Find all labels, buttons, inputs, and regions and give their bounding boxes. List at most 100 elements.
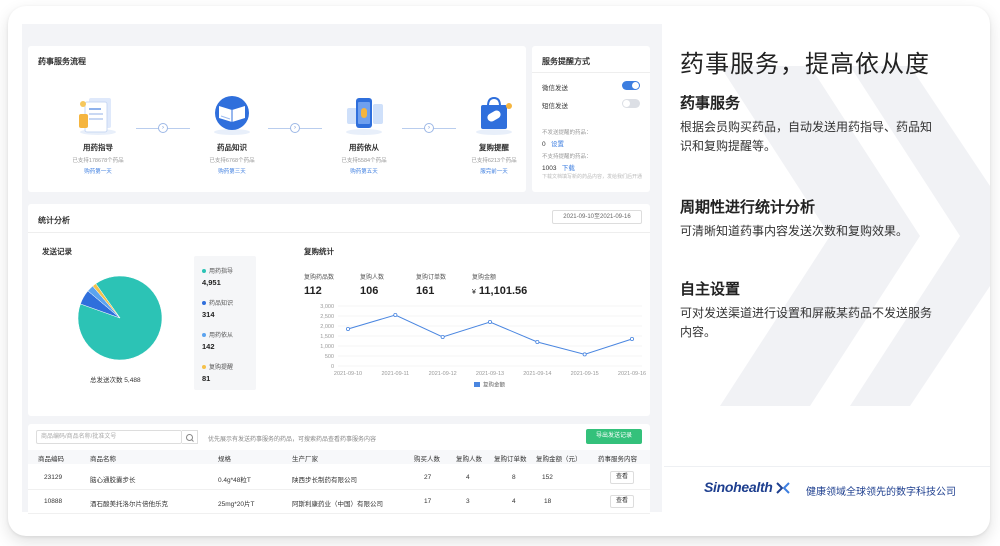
unsupported-row: 1003 下载	[542, 162, 575, 172]
set-link[interactable]: 设置	[551, 141, 564, 148]
brand-footer: Sinohealth 健康领域全球领先的数字科技公司	[664, 466, 990, 506]
cell-code: 23129	[44, 474, 63, 481]
cell-repurchasers: 4	[466, 474, 470, 481]
legend-swatch	[474, 382, 480, 387]
column-header: 生产厂家	[292, 456, 318, 463]
section-text: 根据会员购买药品，自动发送用药指导、药品知识和复购提醒等。	[680, 120, 933, 153]
flow-step-medication-guide[interactable]: 用药指导 已支持178678个药品 购药第一天	[58, 94, 138, 175]
section-text: 可对发送渠道进行设置和屏蔽某药品不发送服务内容。	[680, 306, 933, 339]
column-header: 规格	[218, 456, 231, 463]
date-range-picker[interactable]: 2021-09-10至2021-09-16	[552, 210, 642, 224]
flow-step-link[interactable]: 购药第五天	[324, 167, 404, 175]
download-link[interactable]: 下载	[562, 165, 575, 172]
kpi-value: 161	[416, 285, 435, 297]
x-tick-label: 2021-09-10	[334, 371, 362, 377]
legend-name: 用药指导	[209, 269, 234, 275]
column-header: 商品名称	[90, 456, 116, 463]
x-tick-label: 2021-09-11	[381, 371, 409, 377]
reminder-note: 下载文档填写新的药品内容，发给我们后开通	[542, 174, 643, 180]
shopping-bag-icon	[471, 94, 517, 136]
kpi-repurchase-drugs: 复购药品数 112	[304, 272, 334, 297]
flow-connector: ›	[402, 123, 456, 133]
column-header: 复购订单数	[494, 456, 527, 463]
x-tick-label: 2021-09-14	[523, 371, 551, 377]
table-hint: 优先展示有发送药事服务的药品，可搜索药品查看药事服务内容	[208, 437, 377, 443]
cell-spec: 0.4g*48粒T	[218, 477, 251, 484]
cell-amount: 152	[542, 474, 553, 481]
table-row: 10888 酒石酸美托洛尔片倍他乐克 25mg*20片T 阿斯利康药业（中国）有…	[28, 490, 650, 514]
legend-dot	[202, 269, 206, 274]
column-header: 商品编码	[38, 456, 64, 463]
section-heading: 自主设置	[680, 281, 741, 298]
service-flow-card: 药事服务流程 用药指导 已支持178678个药品 购药第一天 › 药品知识 已支…	[28, 46, 526, 192]
x-tick-label: 2021-09-13	[476, 371, 504, 377]
column-header: 药事服务内容	[598, 456, 637, 463]
send-legend: 用药指导 4,951 药品知识 314 用药依从 142 复购提醒 81	[194, 256, 256, 390]
document-icon	[75, 94, 121, 136]
flow-step-name: 复购提醒	[479, 143, 509, 152]
column-header: 复购金额（元）	[536, 456, 582, 463]
legend-item: 用药指导 4,951	[202, 266, 233, 287]
legend-dot	[202, 301, 206, 306]
kpi-label: 复购人数	[360, 275, 385, 281]
legend-item: 用药依从 142	[202, 330, 233, 351]
flow-step-sub: 已支持6213个药品	[471, 158, 517, 164]
export-records-button[interactable]: 导出发送记录	[586, 429, 642, 444]
currency-symbol: ¥	[472, 289, 476, 296]
flow-step-link[interactable]: 服完前一天	[454, 167, 534, 175]
kpi-repurchase-orders: 复购订单数 161	[416, 272, 446, 297]
cell-buyers: 27	[424, 474, 432, 481]
flow-step-link[interactable]: 购药第三天	[192, 167, 272, 175]
feature-panel: 药事服务，提高依从度 药事服务 根据会员购买药品，自动发送用药指导、药品知识和复…	[660, 6, 990, 536]
panel-title: 药事服务，提高依从度	[680, 51, 930, 78]
cell-code: 10888	[44, 498, 63, 505]
cell-repurchasers: 3	[466, 498, 470, 505]
cell-manufacturer: 陕西步长制药有限公司	[292, 477, 357, 484]
wechat-row: 微信发送	[542, 81, 640, 92]
view-button[interactable]: 查看	[610, 471, 634, 484]
flow-connector: ›	[136, 123, 190, 133]
dashboard-screenshot: 药事服务流程 用药指导 已支持178678个药品 购药第一天 › 药品知识 已支…	[22, 24, 662, 514]
data-point	[393, 312, 398, 317]
x-tick-label: 2021-09-16	[618, 371, 646, 377]
phone-pill-icon	[341, 94, 387, 136]
legend-label: 复购金额	[483, 381, 506, 389]
legend-dot	[202, 365, 206, 370]
kpi-label: 复购订单数	[416, 275, 447, 281]
x-tick-label: 2021-09-12	[429, 371, 457, 377]
flow-step-link[interactable]: 购药第一天	[58, 167, 138, 175]
kpi-repurchase-people: 复购人数 106	[360, 272, 384, 297]
legend-value: 81	[202, 374, 211, 383]
view-button[interactable]: 查看	[610, 495, 634, 508]
kpi-label: 复购金额	[472, 275, 497, 281]
sms-label: 短信发送	[542, 103, 568, 110]
search-input[interactable]: 商品编码/商品名称/批准文号	[36, 430, 182, 444]
search-button[interactable]	[182, 430, 198, 444]
send-pie-chart	[77, 275, 163, 361]
x-tick-label: 2021-09-15	[571, 371, 599, 377]
wechat-toggle[interactable]	[622, 81, 640, 90]
section-heading: 药事服务	[680, 95, 741, 112]
send-record-title: 发送记录	[42, 247, 72, 256]
flow-step-repurchase[interactable]: 复购提醒 已支持6213个药品 服完前一天	[454, 94, 534, 175]
y-tick-label: 2,500	[320, 314, 334, 320]
legend-value: 4,951	[202, 278, 221, 287]
sms-toggle[interactable]	[622, 99, 640, 108]
flow-step-drug-knowledge[interactable]: 药品知识 已支持6768个药品 购药第三天	[192, 94, 272, 175]
legend-value: 142	[202, 342, 215, 351]
unsupported-label: 不支持提醒的药品：	[542, 154, 592, 160]
not-sent-count: 0	[542, 141, 546, 148]
cell-buyers: 17	[424, 498, 432, 505]
kpi-value: 11,101.56	[478, 285, 528, 297]
divider	[532, 72, 650, 73]
kpi-repurchase-amount: 复购金额 ¥11,101.56	[472, 272, 527, 297]
unsupported-count: 1003	[542, 165, 557, 172]
legend-name: 复购提醒	[209, 365, 234, 371]
flow-step-compliance[interactable]: 用药依从 已支持5584个药品 购药第五天	[324, 94, 404, 175]
brand-mark-icon	[776, 482, 790, 495]
kpi-value: 106	[360, 285, 379, 297]
y-tick-label: 1,500	[320, 334, 334, 340]
brand-logo: Sinohealth	[704, 479, 790, 495]
kpi-value: 112	[304, 285, 322, 297]
data-point	[346, 326, 351, 331]
